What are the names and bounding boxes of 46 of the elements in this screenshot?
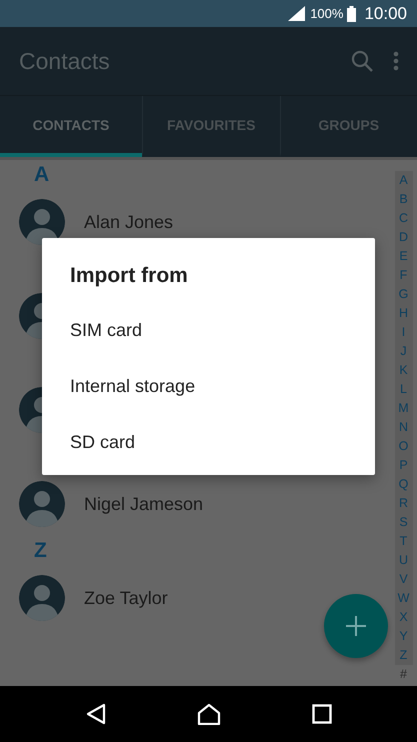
index-letter[interactable]: X bbox=[394, 608, 412, 627]
index-letter[interactable]: G bbox=[394, 285, 412, 304]
dialog-option[interactable]: SIM card bbox=[42, 302, 375, 358]
index-letter[interactable]: L bbox=[394, 380, 412, 399]
index-letter[interactable]: Q bbox=[394, 475, 412, 494]
dialog-option[interactable]: Internal storage bbox=[42, 358, 375, 414]
index-letter[interactable]: V bbox=[394, 570, 412, 589]
index-letter[interactable]: H bbox=[394, 304, 412, 323]
section-letter: Z bbox=[33, 538, 48, 564]
contact-name[interactable]: Alan Jones bbox=[84, 212, 174, 232]
index-letter[interactable]: Y bbox=[394, 627, 412, 646]
index-letter[interactable]: I bbox=[394, 323, 412, 342]
avatar-icon bbox=[19, 481, 65, 527]
index-letter[interactable]: A bbox=[394, 171, 412, 190]
index-letter[interactable]: J bbox=[394, 342, 412, 361]
index-letter[interactable]: C bbox=[394, 209, 412, 228]
avatar-icon bbox=[19, 575, 65, 621]
index-letter[interactable]: P bbox=[394, 456, 412, 475]
index-letter[interactable]: S bbox=[394, 513, 412, 532]
index-letter[interactable]: Z bbox=[394, 646, 412, 665]
index-letter[interactable]: E bbox=[394, 247, 412, 266]
app-title: Contacts bbox=[19, 48, 111, 74]
section-letter: A bbox=[33, 162, 50, 188]
battery-icon bbox=[347, 6, 356, 22]
index-letter[interactable]: U bbox=[394, 551, 412, 570]
index-letter[interactable]: R bbox=[394, 494, 412, 513]
index-letter[interactable]: F bbox=[394, 266, 412, 285]
clock: 10:00 bbox=[364, 4, 407, 24]
index-letter[interactable]: W bbox=[394, 589, 412, 608]
index-letter[interactable]: M bbox=[394, 399, 412, 418]
dialog-option[interactable]: SD card bbox=[42, 414, 375, 470]
dialog-title: Import from bbox=[69, 263, 189, 289]
index-letter[interactable]: O bbox=[394, 437, 412, 456]
index-letter[interactable]: N bbox=[394, 418, 412, 437]
signal-icon bbox=[288, 6, 306, 21]
index-letter[interactable]: D bbox=[394, 228, 412, 247]
index-letter[interactable]: K bbox=[394, 361, 412, 380]
battery-percentage: 100% bbox=[310, 6, 344, 21]
index-letter[interactable]: # bbox=[394, 665, 412, 684]
tab[interactable]: CONTACTS bbox=[0, 96, 142, 157]
contact-name[interactable]: Zoe Taylor bbox=[84, 588, 168, 608]
contact-name[interactable]: Nigel Jameson bbox=[84, 494, 204, 514]
index-letter[interactable]: B bbox=[394, 190, 412, 209]
plus-icon bbox=[345, 615, 367, 637]
index-letter[interactable]: T bbox=[394, 532, 412, 551]
avatar-icon bbox=[19, 199, 65, 245]
